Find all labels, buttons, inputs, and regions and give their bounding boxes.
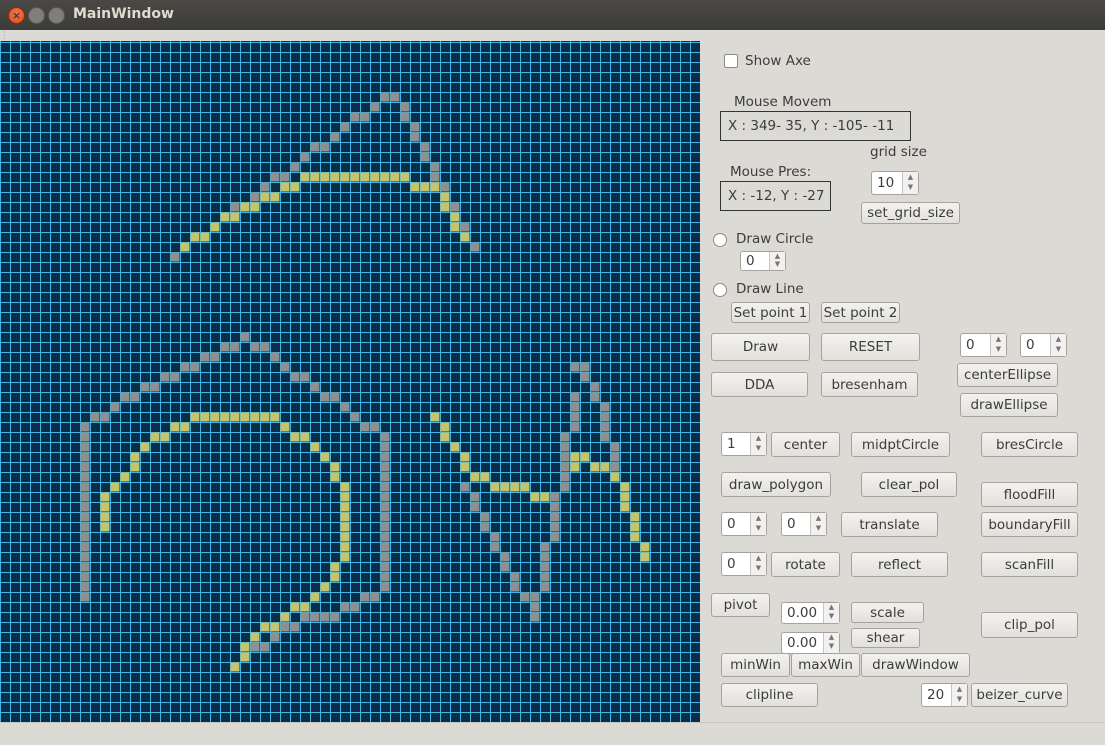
set-grid-size-button[interactable]: set_grid_size xyxy=(861,202,960,224)
spin-arrows-icon[interactable]: ▲ ▼ xyxy=(951,684,967,706)
draw-circle-label: Draw Circle xyxy=(736,231,814,247)
translate-y-spinbox[interactable]: 0 ▲ ▼ xyxy=(781,512,827,536)
dda-button[interactable]: DDA xyxy=(711,372,808,397)
clipline-button[interactable]: clipline xyxy=(721,683,818,707)
mouse-move-value: X : 349- 35, Y : -105- -11 xyxy=(720,111,911,141)
min-win-button[interactable]: minWin xyxy=(721,653,790,677)
circle-radius-spinbox[interactable]: 0 ▲ ▼ xyxy=(740,251,786,271)
rotate-angle-value: 0 xyxy=(727,556,736,572)
set-point-2-button[interactable]: Set point 2 xyxy=(821,302,900,323)
circle-radius-value: 0 xyxy=(746,253,755,269)
spin-arrows-icon[interactable]: ▲ ▼ xyxy=(750,513,766,535)
draw-circle-radio[interactable] xyxy=(713,233,727,247)
show-axes-label: Show Axe xyxy=(745,53,811,69)
draw-polygon-button[interactable]: draw_polygon xyxy=(721,472,831,497)
spin-arrows-icon[interactable]: ▲ ▼ xyxy=(769,252,785,270)
flood-fill-button[interactable]: floodFill xyxy=(981,482,1078,507)
mouse-press-value: X : -12, Y : -27 xyxy=(720,181,831,211)
bezier-curve-button[interactable]: beizer_curve xyxy=(971,683,1068,707)
scale-x-value: 0.00 xyxy=(787,605,818,621)
scale-y-spinbox[interactable]: 0.00 ▲ ▼ xyxy=(781,632,840,654)
center-ellipse-button[interactable]: centerEllipse xyxy=(957,363,1058,387)
scale-x-spinbox[interactable]: 0.00 ▲ ▼ xyxy=(781,602,840,624)
rotate-angle-spinbox[interactable]: 0 ▲ ▼ xyxy=(721,552,767,576)
midpt-circle-button[interactable]: midptCircle xyxy=(851,432,950,457)
rotate-button[interactable]: rotate xyxy=(771,552,840,577)
spin-arrows-icon[interactable]: ▲ ▼ xyxy=(902,172,918,194)
mouse-move-label: Mouse Movem xyxy=(734,94,832,110)
translate-x-spinbox[interactable]: 0 ▲ ▼ xyxy=(721,512,767,536)
mouse-press-label: Mouse Pres: xyxy=(730,164,812,180)
reset-button[interactable]: RESET xyxy=(821,333,920,361)
draw-line-label: Draw Line xyxy=(736,281,804,297)
minimize-window-button[interactable] xyxy=(28,7,45,24)
center-spin-value: 1 xyxy=(727,436,736,452)
draw-ellipse-button[interactable]: drawEllipse xyxy=(960,393,1058,417)
grid-size-spinbox[interactable]: 10 ▲ ▼ xyxy=(871,171,919,195)
pivot-button[interactable]: pivot xyxy=(711,593,770,617)
ellipse-a-spinbox[interactable]: 0 ▲ ▼ xyxy=(960,333,1007,357)
translate-button[interactable]: translate xyxy=(841,512,938,537)
scale-y-value: 0.00 xyxy=(787,635,818,651)
draw-line-radio[interactable] xyxy=(713,283,727,297)
bezier-points-value: 20 xyxy=(927,687,945,703)
title-bar: × MainWindow xyxy=(0,0,1105,30)
ellipse-b-spinbox[interactable]: 0 ▲ ▼ xyxy=(1020,333,1067,357)
max-win-button[interactable]: maxWin xyxy=(791,653,860,677)
spin-arrows-icon[interactable]: ▲ ▼ xyxy=(823,603,839,623)
status-bar xyxy=(0,722,1105,745)
shear-button[interactable]: shear xyxy=(851,628,920,648)
reflect-button[interactable]: reflect xyxy=(851,552,948,577)
draw-button[interactable]: Draw xyxy=(711,333,810,361)
spin-arrows-icon[interactable]: ▲ ▼ xyxy=(750,553,766,575)
spin-arrows-icon[interactable]: ▲ ▼ xyxy=(810,513,826,535)
bresenham-button[interactable]: bresenham xyxy=(821,372,918,397)
toolbar-grip: · · · xyxy=(3,28,6,43)
set-point-1-button[interactable]: Set point 1 xyxy=(731,302,810,323)
translate-y-value: 0 xyxy=(787,516,796,532)
clip-pol-button[interactable]: clip_pol xyxy=(981,612,1078,638)
ellipse-a-value: 0 xyxy=(966,337,975,353)
bezier-points-spinbox[interactable]: 20 ▲ ▼ xyxy=(921,683,968,707)
grid-size-value: 10 xyxy=(877,175,895,191)
translate-x-value: 0 xyxy=(727,516,736,532)
draw-window-button[interactable]: drawWindow xyxy=(861,653,970,677)
maximize-window-button[interactable] xyxy=(48,7,65,24)
center-spinbox[interactable]: 1 ▲ ▼ xyxy=(721,432,767,456)
spin-arrows-icon[interactable]: ▲ ▼ xyxy=(1050,334,1066,356)
spin-arrows-icon[interactable]: ▲ ▼ xyxy=(823,633,839,653)
window-title: MainWindow xyxy=(73,6,174,22)
grid-size-label: grid size xyxy=(870,144,927,160)
scale-button[interactable]: scale xyxy=(851,602,924,623)
spin-arrows-icon[interactable]: ▲ ▼ xyxy=(990,334,1006,356)
close-window-button[interactable]: × xyxy=(8,7,25,24)
clear-pol-button[interactable]: clear_pol xyxy=(861,472,957,497)
spin-arrows-icon[interactable]: ▲ ▼ xyxy=(750,433,766,455)
grid-lines xyxy=(0,41,700,722)
ellipse-b-value: 0 xyxy=(1026,337,1035,353)
scan-fill-button[interactable]: scanFill xyxy=(981,552,1078,577)
drawing-grid-canvas[interactable] xyxy=(0,41,700,722)
bres-circle-button[interactable]: bresCircle xyxy=(981,432,1078,457)
boundary-fill-button[interactable]: boundaryFill xyxy=(981,512,1078,537)
show-axes-checkbox[interactable] xyxy=(724,54,738,68)
center-button[interactable]: center xyxy=(771,432,840,457)
